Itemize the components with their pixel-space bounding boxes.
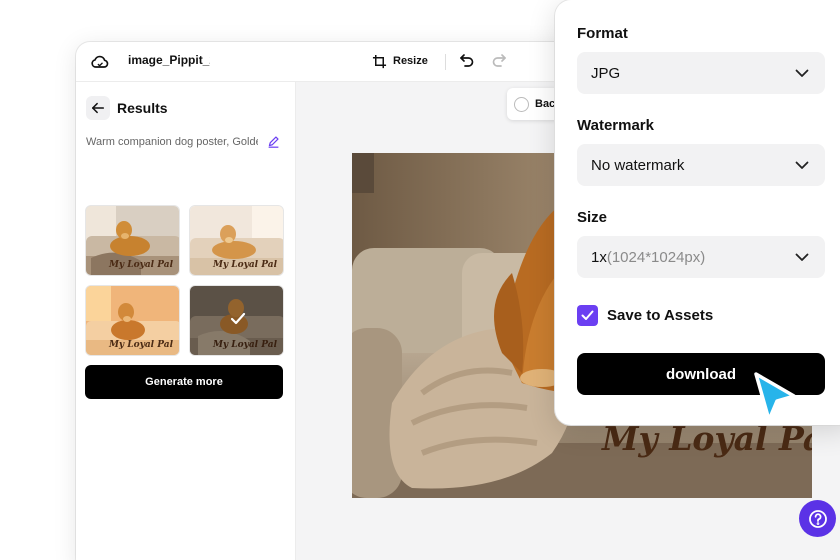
check-icon	[581, 310, 594, 320]
help-icon	[808, 509, 827, 528]
download-panel: Format JPG Watermark No watermark Size 1…	[555, 0, 840, 425]
format-value: JPG	[591, 64, 621, 82]
watermark-label: Watermark	[577, 117, 654, 134]
results-title: Results	[117, 100, 168, 116]
size-detail: (1024*1024px)	[606, 248, 706, 266]
resize-icon	[372, 54, 387, 68]
size-select[interactable]: 1x(1024*1024px)	[577, 236, 825, 278]
redo-icon[interactable]	[491, 52, 507, 68]
help-button[interactable]	[799, 500, 836, 537]
result-thumbnail-3[interactable]: My Loyal Pal	[85, 285, 180, 356]
chevron-down-icon	[795, 69, 809, 77]
back-button[interactable]	[86, 96, 110, 120]
cursor-icon	[754, 372, 796, 422]
thumbnail-caption: My Loyal Pal	[108, 340, 173, 350]
watermark-select[interactable]: No watermark	[577, 144, 825, 186]
size-value: 1x	[591, 248, 607, 266]
save-to-assets-checkbox[interactable]: Save to Assets	[577, 305, 713, 326]
back-arrow-icon	[91, 102, 105, 114]
format-label: Format	[577, 25, 628, 42]
result-thumbnail-2[interactable]: My Loyal Pal	[189, 205, 284, 276]
generate-more-button[interactable]: Generate more	[85, 365, 283, 399]
resize-label: Resize	[393, 55, 428, 67]
thumbnail-caption: My Loyal Pal	[212, 260, 277, 270]
check-icon	[230, 312, 246, 325]
thumbnail-caption: My Loyal Pal	[108, 260, 173, 270]
edit-icon[interactable]	[267, 135, 280, 148]
resize-button[interactable]: Resize	[372, 50, 428, 72]
result-thumbnail-1[interactable]: My Loyal Pal	[85, 205, 180, 276]
prompt-text: Warm companion dog poster, Golden Retrie…	[86, 136, 258, 148]
chevron-down-icon	[795, 253, 809, 261]
checkbox-checked[interactable]	[577, 305, 598, 326]
size-label: Size	[577, 209, 608, 226]
thumbnail-caption: My Loyal Pal	[212, 340, 277, 350]
radio-icon	[514, 96, 529, 112]
toolbar-divider	[445, 54, 446, 70]
save-to-assets-label: Save to Assets	[607, 307, 714, 324]
undo-icon[interactable]	[459, 52, 475, 68]
chevron-down-icon	[795, 161, 809, 169]
size-value-wrap: 1x(1024*1024px)	[591, 249, 705, 266]
watermark-value: No watermark	[591, 156, 685, 174]
result-thumbnail-4[interactable]: My Loyal Pal	[189, 285, 284, 356]
file-name[interactable]: image_Pippit_20	[128, 53, 210, 67]
cloud-icon[interactable]	[90, 52, 110, 72]
format-select[interactable]: JPG	[577, 52, 825, 94]
results-panel: Results Warm companion dog poster, Golde…	[76, 82, 296, 560]
